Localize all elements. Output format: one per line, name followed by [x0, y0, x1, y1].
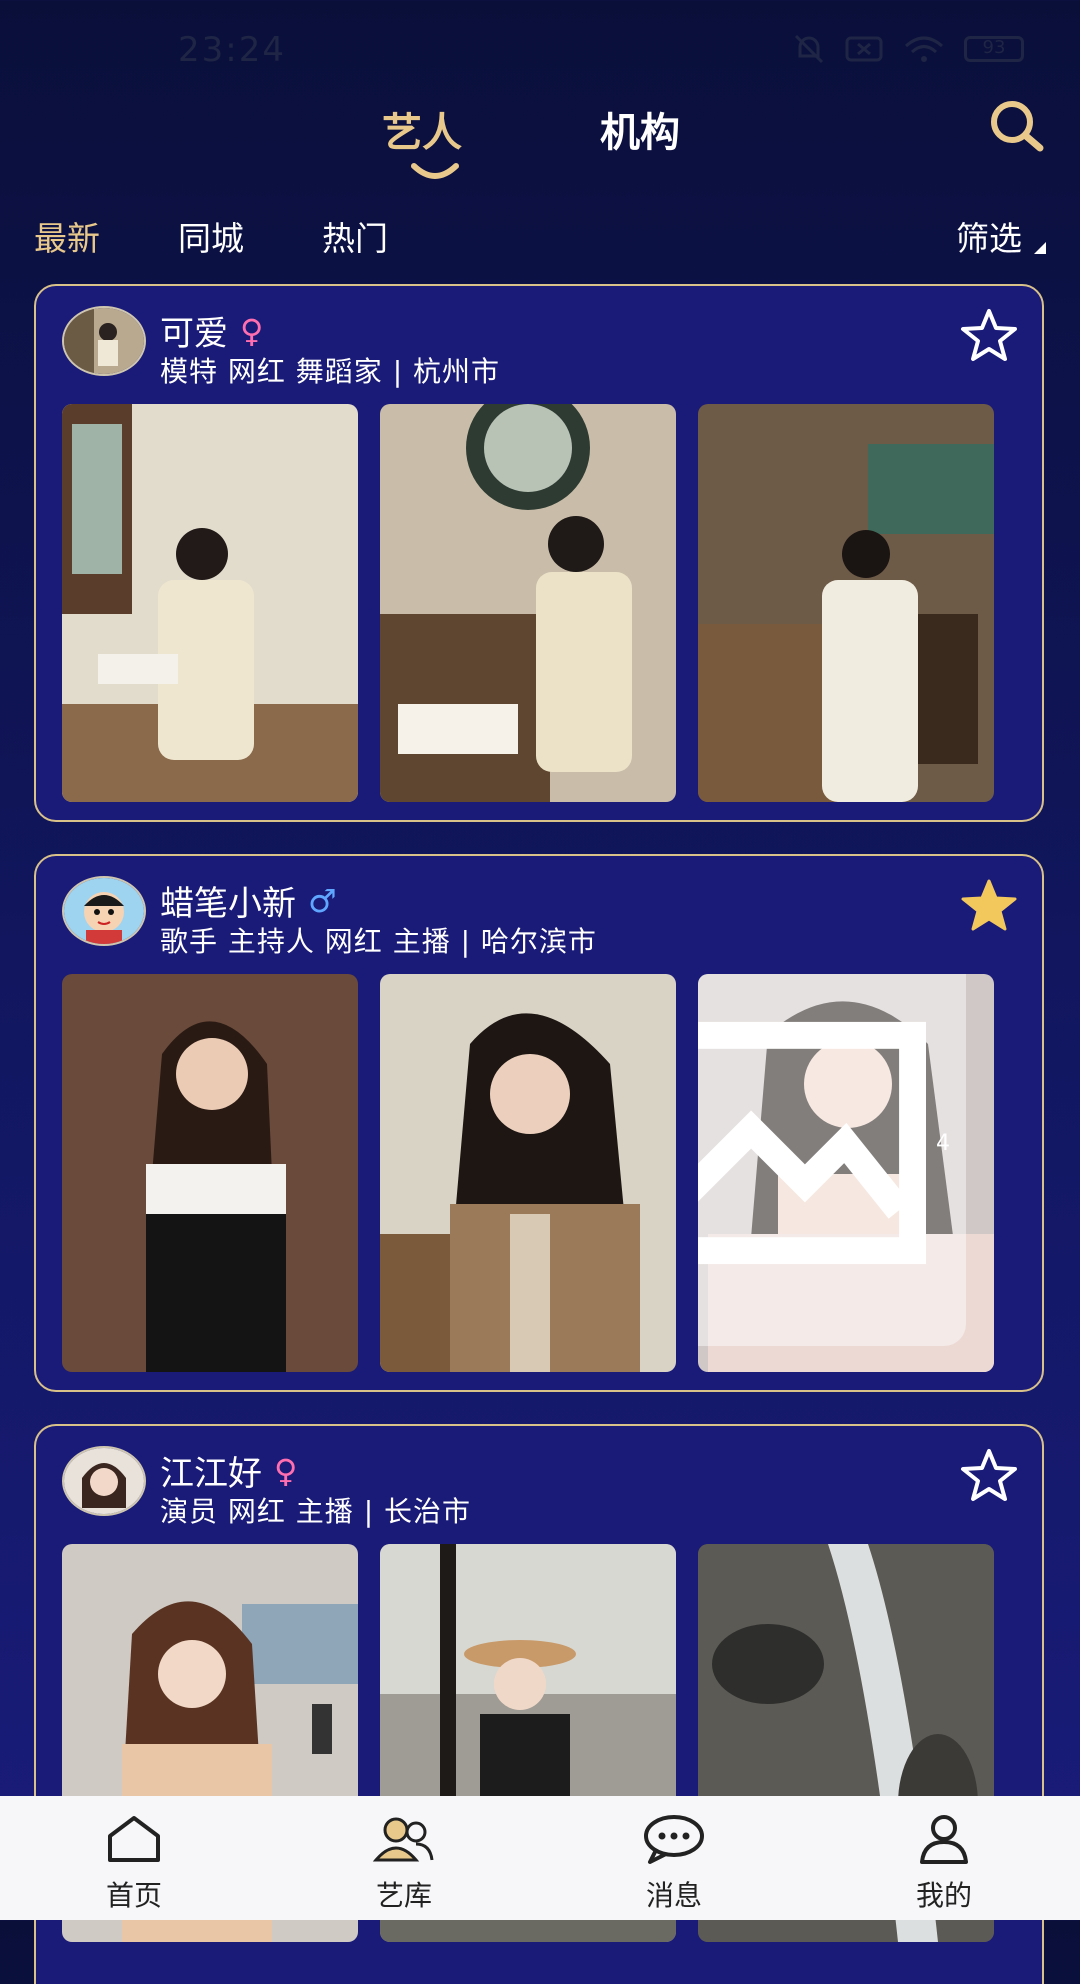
- artist-tags: 歌手 主持人 网红 主播 | 哈尔滨市: [160, 925, 597, 958]
- wifi-icon: [905, 36, 943, 62]
- favorite-star-icon[interactable]: [960, 1448, 1018, 1502]
- photo-row: [62, 404, 994, 802]
- tab-hot[interactable]: 热门: [322, 212, 388, 260]
- tab-artist[interactable]: 艺人: [382, 100, 462, 158]
- active-tab-indicator: [411, 163, 459, 179]
- filter-button[interactable]: 筛选: [956, 212, 1022, 260]
- name-row: 江江好 ♀: [160, 1446, 297, 1495]
- favorite-star-filled-icon[interactable]: [960, 878, 1018, 932]
- bottom-nav: 首页 艺库 消息 我的: [0, 1796, 1080, 1920]
- tab-same-city[interactable]: 同城: [178, 212, 244, 260]
- female-icon: ♀: [240, 311, 264, 350]
- photo-count-badge: 4: [698, 974, 966, 1346]
- favorite-star-icon[interactable]: [960, 308, 1018, 362]
- artist-name: 可爱: [160, 314, 228, 354]
- photo-count: 4: [936, 1130, 950, 1156]
- battery-level: 93: [982, 37, 1006, 58]
- artist-name: 蜡笔小新: [160, 884, 296, 924]
- artist-tags: 演员 网红 主播 | 长治市: [160, 1495, 472, 1528]
- status-icons: 93: [792, 32, 1024, 66]
- photo[interactable]: [62, 974, 358, 1372]
- status-time: 23:24: [178, 30, 286, 70]
- status-bar: 23:24 93: [0, 0, 1080, 100]
- nav-messages-label: 消息: [645, 1879, 702, 1912]
- male-icon: ♂: [308, 881, 337, 920]
- artist-card[interactable]: 蜡笔小新 ♂ 歌手 主持人 网红 主播 | 哈尔滨市 4: [34, 854, 1044, 1392]
- user-icon: [920, 1815, 968, 1864]
- nav-messages[interactable]: 消息: [614, 1814, 734, 1914]
- avatar[interactable]: [62, 876, 146, 946]
- top-tabs: 艺人 机构: [0, 100, 1080, 190]
- name-row: 可爱 ♀: [160, 306, 263, 355]
- name-row: 蜡笔小新 ♂: [160, 876, 337, 925]
- sub-tabs: 最新 同城 热门 筛选: [0, 212, 1080, 262]
- people-icon: [372, 1817, 434, 1862]
- photo[interactable]: 4: [698, 974, 994, 1372]
- nav-library-label: 艺库: [375, 1879, 432, 1912]
- photo[interactable]: [380, 974, 676, 1372]
- avatar[interactable]: [62, 306, 146, 376]
- home-icon: [108, 1816, 160, 1862]
- filter-corner-icon: [1034, 242, 1046, 254]
- chat-bubble-icon: [644, 1815, 704, 1864]
- artist-card[interactable]: 可爱 ♀ 模特 网红 舞蹈家 | 杭州市: [34, 284, 1044, 822]
- search-icon[interactable]: [988, 98, 1048, 154]
- nav-library[interactable]: 艺库: [344, 1814, 464, 1914]
- tab-latest[interactable]: 最新: [34, 212, 100, 260]
- sim-x-icon: [845, 36, 883, 62]
- nav-home[interactable]: 首页: [74, 1814, 194, 1914]
- battery-icon: 93: [964, 36, 1024, 62]
- image-icon: [698, 1021, 926, 1265]
- nav-mine[interactable]: 我的: [884, 1814, 1004, 1914]
- photo[interactable]: [62, 404, 358, 802]
- avatar[interactable]: [62, 1446, 146, 1516]
- artist-tags: 模特 网红 舞蹈家 | 杭州市: [160, 355, 501, 388]
- photo[interactable]: [380, 404, 676, 802]
- female-icon: ♀: [274, 1451, 298, 1490]
- tab-organization[interactable]: 机构: [600, 100, 680, 158]
- artist-name: 江江好: [160, 1454, 262, 1494]
- nav-mine-label: 我的: [915, 1879, 972, 1912]
- photo[interactable]: [698, 404, 994, 802]
- photo-row: 4: [62, 974, 994, 1372]
- mute-bell-icon: [794, 34, 824, 64]
- nav-home-label: 首页: [105, 1879, 162, 1912]
